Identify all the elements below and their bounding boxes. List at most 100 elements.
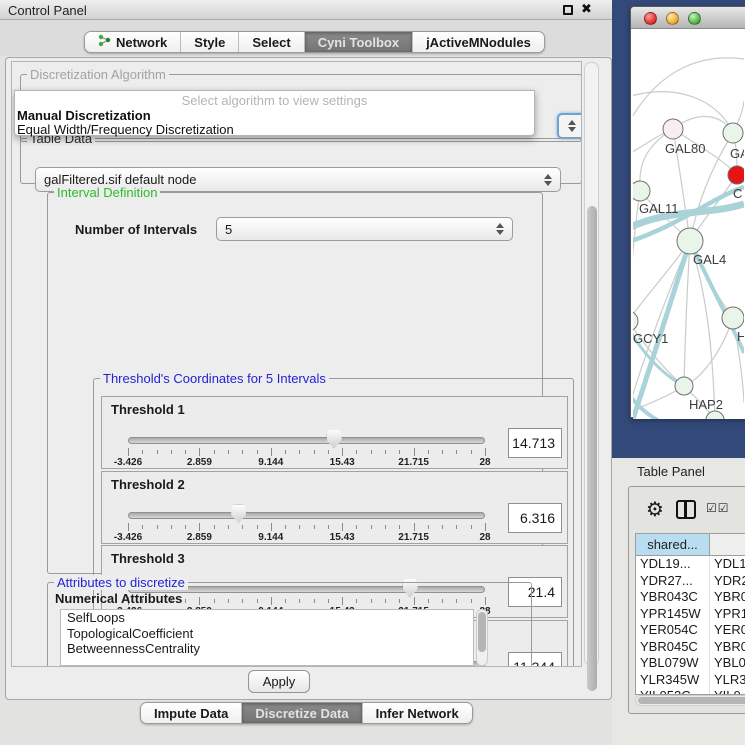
algorithm-group-title: Discretization Algorithm	[27, 67, 169, 82]
threshold-label: Threshold 2	[111, 477, 185, 492]
node-table[interactable]: shared...n YDL19...YDL1YDR27...YDR2YBR04…	[635, 533, 745, 695]
network-node[interactable]	[675, 377, 693, 395]
slider-thumb[interactable]	[327, 430, 342, 449]
network-node-label: GCY1	[633, 331, 668, 346]
network-node[interactable]	[663, 119, 683, 139]
network-view-window[interactable]: GAL80GACGAL11GAL4GCY1HHAP2	[630, 6, 745, 418]
panel-title: Control Panel	[8, 3, 87, 18]
algorithm-combobox[interactable]	[557, 113, 582, 139]
tab-infer-network[interactable]: Infer Network	[363, 703, 472, 723]
float-window-icon[interactable]	[563, 5, 573, 15]
threshold-label: Threshold 1	[111, 402, 185, 417]
table-panel-window: ⚙ ☑☑ shared...n YDL19...YDL1YDR27...YDR2…	[628, 486, 745, 714]
network-node[interactable]	[722, 307, 744, 329]
table-cell: YDR27...	[636, 573, 710, 590]
number-of-intervals-select[interactable]: 5	[216, 217, 513, 241]
network-node[interactable]	[677, 228, 703, 254]
tab-impute-data[interactable]: Impute Data	[141, 703, 242, 723]
algorithm-option[interactable]: Manual Discretization	[17, 108, 151, 123]
panel-scrollbar[interactable]	[584, 62, 599, 666]
scale-label: -3.426	[114, 532, 142, 543]
column-header-shared-name[interactable]: shared...	[636, 534, 710, 555]
table-toolbar: ⚙ ☑☑	[629, 487, 745, 533]
slider-thumb[interactable]	[231, 505, 246, 524]
table-cell: YLR3	[710, 672, 745, 689]
desktop-background: GAL80GACGAL11GAL4GCY1HHAP2	[612, 0, 745, 458]
table-cell: YBL0	[710, 655, 745, 672]
algorithm-option[interactable]: Equal Width/Frequency Discretization	[17, 122, 234, 137]
algorithm-popup-hint: Select algorithm to view settings	[15, 93, 534, 108]
table-cell: YDL19...	[636, 556, 710, 573]
slider-ticks	[128, 448, 485, 457]
slider-track[interactable]	[128, 512, 485, 519]
network-node-label: GAL80	[665, 141, 705, 156]
column-header-name[interactable]: n	[710, 534, 745, 555]
table-row[interactable]: YDR27...YDR2	[636, 573, 745, 590]
network-node[interactable]	[633, 311, 638, 331]
close-icon[interactable]: ✖	[581, 1, 592, 17]
network-node[interactable]	[633, 181, 650, 201]
threshold-value-field[interactable]: 6.316	[508, 503, 562, 533]
table-horizontal-scrollbar[interactable]	[635, 695, 745, 706]
gear-icon[interactable]: ⚙	[646, 497, 664, 522]
table-row[interactable]: YBR043CYBR0	[636, 589, 745, 606]
network-icon	[98, 34, 111, 50]
network-edge[interactable]	[633, 241, 690, 321]
chevron-up-down-icon	[544, 174, 552, 186]
tab-style[interactable]: Style	[181, 32, 239, 52]
tab-label: Select	[252, 35, 290, 50]
table-row[interactable]: YPR145WYPR1	[636, 606, 745, 623]
close-traffic-light-icon[interactable]	[644, 12, 657, 25]
chevron-up-down-icon	[568, 120, 576, 132]
tab-label: Infer Network	[376, 706, 459, 721]
tab-jactivemnodules[interactable]: jActiveMNodules	[413, 32, 544, 52]
table-cell: YBL079W	[636, 655, 710, 672]
table-cell: YIL0	[710, 688, 745, 695]
scale-label: 21.715	[398, 532, 429, 543]
table-row[interactable]: YER054CYER0	[636, 622, 745, 639]
table-panel-title: Table Panel	[637, 464, 705, 479]
number-of-intervals-value: 5	[225, 222, 232, 237]
threshold-value-field[interactable]: 14.713	[508, 428, 562, 458]
table-cell: YPR145W	[636, 606, 710, 623]
table-row[interactable]: YLR345WYLR3	[636, 672, 745, 689]
slider-track[interactable]	[128, 437, 485, 444]
apply-button[interactable]: Apply	[248, 670, 310, 693]
network-node-label: H	[737, 329, 744, 344]
attributes-list-scrollbar[interactable]	[476, 609, 488, 666]
scale-label: 28	[479, 532, 490, 543]
tab-network[interactable]: Network	[85, 32, 181, 52]
settings-scroll-view: Discretization Algorithm Table Data galF…	[11, 61, 582, 667]
table-row[interactable]: YIL052CYIL0	[636, 688, 745, 695]
table-row[interactable]: YBL079WYBL0	[636, 655, 745, 672]
zoom-traffic-light-icon[interactable]	[688, 12, 701, 25]
checkbox-columns-icon[interactable]: ☑☑	[706, 501, 730, 515]
table-data-group: Table Data galFiltered.sif default node	[20, 138, 582, 184]
tab-select[interactable]: Select	[239, 32, 304, 52]
chevron-up-down-icon	[496, 223, 504, 235]
split-view-icon[interactable]	[676, 500, 696, 519]
scale-label: 2.859	[187, 457, 212, 468]
tab-cyni-toolbox[interactable]: Cyni Toolbox	[305, 32, 413, 52]
scale-label: 15.43	[330, 457, 355, 468]
network-window-titlebar[interactable]	[631, 7, 745, 29]
tab-label: Style	[194, 35, 225, 50]
scale-label: 9.144	[258, 532, 283, 543]
network-node[interactable]	[723, 123, 743, 143]
network-canvas[interactable]: GAL80GACGAL11GAL4GCY1HHAP2	[633, 29, 745, 419]
network-edge[interactable]	[633, 58, 744, 119]
network-node[interactable]	[728, 166, 744, 184]
tab-discretize-data[interactable]: Discretize Data	[242, 703, 362, 723]
attribute-list-item[interactable]: SelfLoops	[61, 610, 473, 626]
attribute-list-item[interactable]: BetweennessCentrality	[61, 641, 473, 657]
control-panel: Control Panel ✖ Network Style Select Cyni T…	[0, 0, 618, 745]
table-row[interactable]: YBR045CYBR0	[636, 639, 745, 656]
attribute-list-item[interactable]: TopologicalCoefficient	[61, 626, 473, 642]
minimize-traffic-light-icon[interactable]	[666, 12, 679, 25]
table-row[interactable]: YDL19...YDL1	[636, 556, 745, 573]
network-node-label: GA	[730, 146, 744, 161]
numerical-attributes-list[interactable]: SelfLoopsTopologicalCoefficientBetweenne…	[60, 609, 474, 666]
panel-scrollbar-thumb[interactable]	[587, 206, 597, 691]
table-panel: Table Panel ⚙ ☑☑ shared...n YDL19...YDL1…	[612, 458, 745, 745]
scale-label: 21.715	[398, 457, 429, 468]
